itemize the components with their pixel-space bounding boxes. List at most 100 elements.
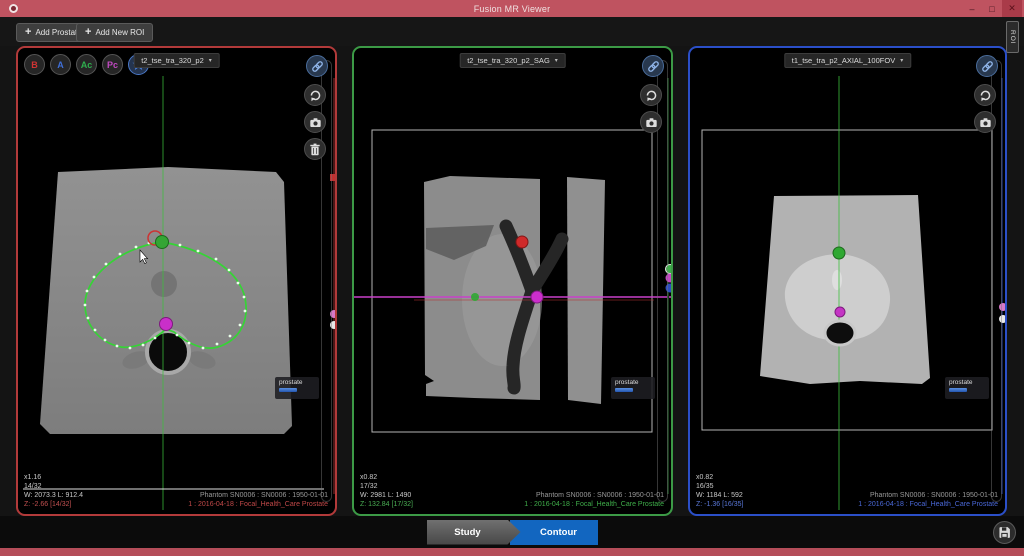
series-name: t1_tse_tra_p2_AXIAL_100FOV: [791, 56, 896, 65]
tab-contour[interactable]: Contour: [509, 519, 598, 545]
reset-view-button[interactable]: [974, 84, 996, 106]
patient-info: Phantom SN0006 : SN0006 : 1950-01-01: [199, 492, 328, 499]
plus-icon: +: [25, 26, 32, 38]
red-slice-marker[interactable]: [330, 174, 337, 181]
magenta-bead[interactable]: [665, 273, 674, 283]
phantom-hole: [823, 319, 857, 347]
patient-info-overlay: Phantom SN0006 : SN0006 : 1950-01-01 1 :…: [524, 491, 664, 509]
camera-icon: [645, 117, 657, 127]
link-views-button[interactable]: [642, 55, 664, 77]
green-handle[interactable]: [471, 293, 479, 301]
patient-info-overlay: Phantom SN0006 : SN0006 : 1950-01-01 1 :…: [188, 491, 328, 509]
roi-legend-chip[interactable]: prostate: [275, 377, 319, 399]
tab-study[interactable]: Study: [427, 520, 521, 545]
image-info-overlay: x0.82 16/35 W: 1184 L: 592 Z: -1.36 [16/…: [696, 473, 743, 509]
pink-bead[interactable]: [330, 310, 337, 318]
slab-right: [567, 177, 605, 404]
add-prostate-label: Add Prostate: [35, 28, 82, 37]
study-info: 1 : 2016-04-18 : Focal_Health_Care Prost…: [188, 501, 328, 508]
close-button[interactable]: ✕: [1002, 0, 1022, 17]
series-dropdown[interactable]: t2_tse_tra_320_p2 ▾: [133, 53, 220, 68]
roi-tool-a-label: A: [57, 59, 64, 70]
magenta-handle[interactable]: [834, 306, 846, 318]
workflow-steps: Study Contour: [427, 519, 598, 545]
white-bead[interactable]: [330, 321, 337, 329]
chevron-down-icon: ▾: [554, 58, 558, 64]
slice-counter: 16/35: [696, 483, 714, 490]
screenshot-button[interactable]: [304, 111, 326, 133]
maximize-button[interactable]: □: [982, 0, 1002, 17]
roi-tool-pc-label: Pc: [106, 59, 118, 70]
magenta-handle[interactable]: [530, 290, 544, 304]
series-dropdown[interactable]: t1_tse_tra_p2_AXIAL_100FOV ▾: [783, 53, 912, 68]
screenshot-button[interactable]: [640, 111, 662, 133]
roi-tool-pc[interactable]: Pc: [102, 54, 123, 75]
phantom-body: [40, 167, 292, 434]
zoom-factor: x0.82: [696, 474, 714, 481]
viewport-axial-t2[interactable]: B A Ac Pc t2_tse_tra_320_p2 ▾ prostate x…: [16, 46, 337, 516]
roi-tool-ac[interactable]: Ac: [76, 54, 97, 75]
refresh-icon: [310, 90, 320, 101]
trash-icon: [310, 143, 320, 155]
link-views-button[interactable]: [306, 55, 328, 77]
plus-icon: +: [85, 26, 92, 38]
axial-t1-mr-image[interactable]: [690, 48, 1007, 516]
roi-tool-a[interactable]: A: [50, 54, 71, 75]
camera-icon: [979, 117, 991, 127]
roi-legend-label: prostate: [949, 379, 973, 386]
green-bead[interactable]: [665, 264, 674, 274]
z-position: Z: -1.36 [16/35]: [696, 501, 744, 508]
link-icon: [647, 60, 659, 72]
add-new-roi-button[interactable]: + Add New ROI: [76, 23, 154, 42]
screenshot-button[interactable]: [974, 111, 996, 133]
roi-legend-label: prostate: [615, 379, 639, 386]
viewport-sagittal-t2[interactable]: t2_tse_tra_320_p2_SAG ▾ prostate x0.82 1…: [352, 46, 673, 516]
red-handle[interactable]: [515, 235, 529, 249]
series-dropdown[interactable]: t2_tse_tra_320_p2_SAG ▾: [459, 53, 566, 68]
minimize-button[interactable]: –: [962, 0, 982, 17]
link-icon: [311, 60, 323, 72]
image-info-overlay: x0.82 17/32 W: 2981 L: 1490 Z: 132.84 [1…: [360, 473, 413, 509]
roi-tool-buttons: B A Ac Pc: [24, 54, 149, 75]
chevron-down-icon: ▾: [208, 58, 212, 64]
sagittal-mr-image[interactable]: [354, 48, 673, 516]
series-name: t2_tse_tra_320_p2: [141, 56, 204, 65]
roi-side-tab[interactable]: ROI: [1006, 21, 1019, 53]
study-info: 1 : 2016-04-18 : Focal_Health_Care Prost…: [524, 501, 664, 508]
series-name: t2_tse_tra_320_p2_SAG: [467, 56, 550, 65]
zoom-factor: x0.82: [360, 474, 378, 481]
window-title: Fusion MR Viewer: [473, 3, 551, 14]
link-views-button[interactable]: [976, 55, 998, 77]
roi-legend-label: prostate: [279, 379, 303, 386]
slice-counter: 17/32: [360, 483, 378, 490]
window-level: W: 2981 L: 1490: [360, 492, 412, 499]
reset-view-button[interactable]: [304, 84, 326, 106]
blue-bead[interactable]: [665, 283, 674, 293]
white-bead[interactable]: [999, 315, 1007, 323]
patient-info: Phantom SN0006 : SN0006 : 1950-01-01: [535, 492, 664, 499]
title-bar: Fusion MR Viewer – □ ✕: [0, 0, 1024, 17]
inner-marker: [151, 271, 177, 297]
patient-info: Phantom SN0006 : SN0006 : 1950-01-01: [869, 492, 998, 499]
viewport-axial-t1[interactable]: t1_tse_tra_p2_AXIAL_100FOV ▾ prostate x0…: [688, 46, 1007, 516]
chevron-down-icon: ▾: [900, 58, 904, 64]
delete-roi-button[interactable]: [304, 138, 326, 160]
roi-tool-ac-label: Ac: [80, 59, 93, 70]
add-new-roi-label: Add New ROI: [95, 28, 145, 37]
roi-legend-chip[interactable]: prostate: [945, 377, 989, 399]
green-handle[interactable]: [155, 235, 169, 249]
magenta-handle[interactable]: [159, 317, 173, 331]
window-level: W: 1184 L: 592: [696, 492, 743, 499]
study-info: 1 : 2016-04-18 : Focal_Health_Care Prost…: [858, 501, 998, 508]
toolbar: + Add Prostate + Add New ROI: [0, 17, 1024, 46]
link-icon: [981, 60, 993, 72]
window-level: W: 2073.3 L: 912.4: [24, 492, 84, 499]
roi-legend-chip[interactable]: prostate: [611, 377, 655, 399]
roi-tool-b[interactable]: B: [24, 54, 45, 75]
roi-legend-bar: [615, 388, 633, 392]
save-button[interactable]: [993, 521, 1016, 544]
pink-bead[interactable]: [999, 303, 1007, 311]
green-handle[interactable]: [832, 246, 846, 260]
reset-view-button[interactable]: [640, 84, 662, 106]
axial-mr-image[interactable]: [18, 48, 337, 516]
